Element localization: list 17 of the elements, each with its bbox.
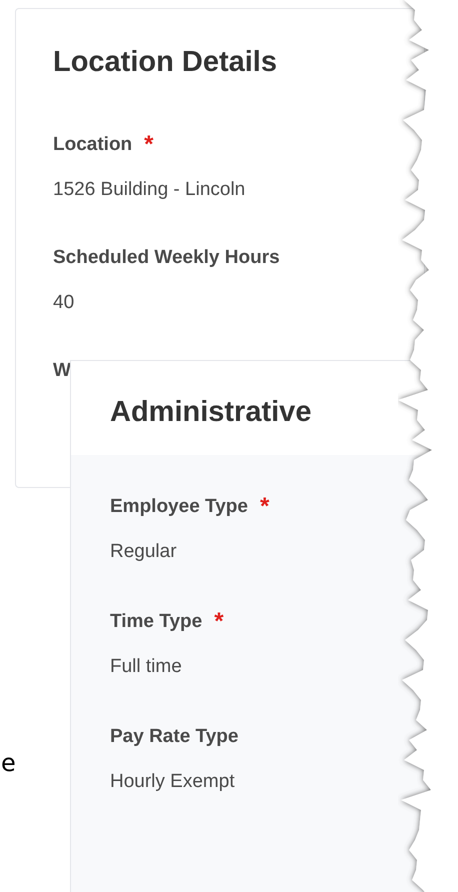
- stray-text: e: [1, 749, 16, 777]
- field-value: Full time: [110, 657, 183, 677]
- field-value: Regular: [110, 542, 178, 562]
- required-asterisk: *: [260, 497, 270, 517]
- field-label: W: [53, 361, 71, 381]
- field-label: Location: [53, 135, 132, 155]
- field-value: Hourly Exempt: [110, 772, 236, 792]
- required-asterisk: *: [214, 612, 224, 632]
- field-label: Employee Type: [110, 497, 248, 517]
- card-title: Administrative: [110, 396, 312, 428]
- field-label: Time Type: [110, 612, 202, 632]
- required-asterisk: *: [144, 135, 154, 155]
- field-value: 40: [53, 293, 76, 313]
- field-label: Scheduled Weekly Hours: [53, 248, 280, 268]
- field-label: Pay Rate Type: [110, 727, 238, 747]
- field-value: 1526 Building - Lincoln: [53, 180, 246, 200]
- card-title: Location Details: [53, 46, 278, 78]
